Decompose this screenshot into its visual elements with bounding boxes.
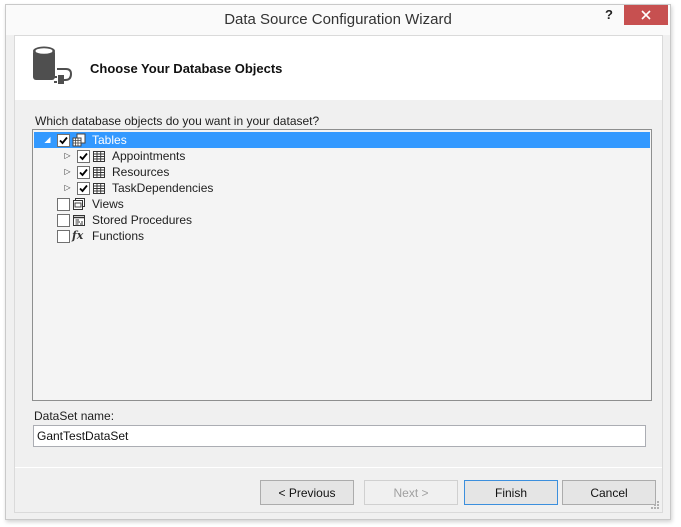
next-button[interactable]: Next > (364, 480, 458, 505)
expand-arrow-icon[interactable]: ▷ (63, 148, 72, 164)
resources-checkbox[interactable] (77, 166, 90, 179)
cancel-button[interactable]: Cancel (562, 480, 656, 505)
tree-item-label: Tables (92, 133, 127, 147)
tree-item-label: TaskDependencies (112, 181, 214, 195)
functions-checkbox[interactable] (57, 230, 70, 243)
views-checkbox[interactable] (57, 198, 70, 211)
wizard-content: Choose Your Database Objects Which datab… (14, 35, 663, 513)
close-button[interactable] (624, 5, 668, 25)
table-icon (93, 167, 105, 178)
taskdependencies-checkbox[interactable] (77, 182, 90, 195)
function-icon: fx (72, 229, 84, 242)
footer-divider (15, 467, 662, 468)
finish-button[interactable]: Finish (464, 480, 558, 505)
tables-icon (72, 133, 86, 147)
tree-item-label: Resources (112, 165, 170, 179)
help-button[interactable]: ? (602, 7, 616, 23)
page-title: Choose Your Database Objects (90, 61, 283, 76)
title-bar: Data Source Configuration Wizard ? (6, 5, 670, 35)
tree-item-functions[interactable]: fx Functions (34, 228, 650, 244)
tree-item-label: Views (92, 197, 124, 211)
dataset-name-input[interactable] (33, 425, 646, 447)
resize-grip-icon[interactable] (650, 500, 660, 510)
tree-item-label: Stored Procedures (92, 213, 193, 227)
tree-item-appointments[interactable]: ▷ Appointments (34, 148, 650, 164)
views-icon (73, 198, 85, 210)
tables-checkbox[interactable] (57, 134, 70, 147)
tree-item-views[interactable]: Views (34, 196, 650, 212)
collapse-arrow-icon[interactable]: ◢ (43, 132, 52, 148)
dataset-name-label: DataSet name: (34, 409, 115, 423)
tree-item-label: Appointments (112, 149, 186, 163)
expand-arrow-icon[interactable]: ▷ (63, 180, 72, 196)
objects-prompt: Which database objects do you want in yo… (35, 114, 320, 128)
tree-item-label: Functions (92, 229, 145, 243)
database-objects-tree[interactable]: ◢ Tables ▷ Appointments ▷ Resources ▷ Ta… (32, 129, 652, 401)
database-connection-icon (33, 46, 73, 84)
tree-item-stored-procedures[interactable]: Stored Procedures (34, 212, 650, 228)
tree-item-taskdependencies[interactable]: ▷ TaskDependencies (34, 180, 650, 196)
close-icon (641, 10, 651, 20)
table-icon (93, 151, 105, 162)
previous-button[interactable]: < Previous (260, 480, 354, 505)
window-title: Data Source Configuration Wizard (224, 11, 452, 28)
tree-item-resources[interactable]: ▷ Resources (34, 164, 650, 180)
wizard-window: Data Source Configuration Wizard ? Choos… (5, 4, 671, 520)
tree-item-tables[interactable]: ◢ Tables (34, 132, 650, 148)
wizard-header: Choose Your Database Objects (15, 36, 662, 100)
expand-arrow-icon[interactable]: ▷ (63, 164, 72, 180)
stored-procedures-checkbox[interactable] (57, 214, 70, 227)
table-icon (93, 183, 105, 194)
appointments-checkbox[interactable] (77, 150, 90, 163)
stored-procedure-icon (73, 215, 85, 226)
